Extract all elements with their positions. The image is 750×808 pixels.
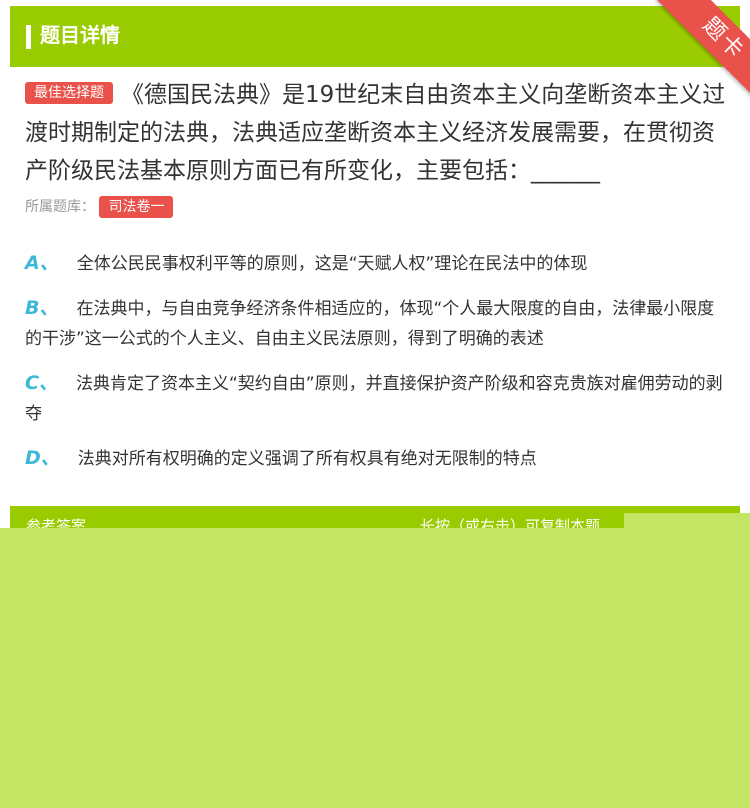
page-title: 题目详情 <box>40 23 120 47</box>
source-badge[interactable]: 司法卷一 <box>99 196 174 218</box>
detail-header: 题目详情 <box>10 6 740 67</box>
option-letter: D、 <box>25 447 60 469</box>
question-stem: 最佳选择题 《德国民法典》是19世纪末自由资本主义向垄断资本主义过渡时期制定的法典… <box>25 76 730 190</box>
option-text: 在法典中，与自由竞争经济条件相适应的，体现“个人最大限度的自由，法律最小限度的干… <box>25 299 715 349</box>
option-text: 法典肯定了资本主义“契约自由”原则，并直接保护资产阶级和容克贵族对雇佣劳动的剥夺 <box>25 374 723 424</box>
option-d[interactable]: D、 法典对所有权明确的定义强调了所有权具有绝对无限制的特点 <box>25 443 730 474</box>
answer-overlay[interactable] <box>0 528 750 808</box>
option-letter: B、 <box>25 297 59 319</box>
question-source: 所属题库： 司法卷一 <box>25 195 174 219</box>
question-type-badge: 最佳选择题 <box>25 82 113 104</box>
question-text: 《德国民法典》是19世纪末自由资本主义向垄断资本主义过渡时期制定的法典，法典适应… <box>25 82 726 184</box>
option-letter: C、 <box>25 372 58 394</box>
option-text: 全体公民民事权利平等的原则，这是“天赋人权”理论在民法中的体现 <box>76 254 588 274</box>
option-a[interactable]: A、 全体公民民事权利平等的原则，这是“天赋人权”理论在民法中的体现 <box>25 248 730 279</box>
header-accent-bar <box>26 25 31 49</box>
option-b[interactable]: B、 在法典中，与自由竞争经济条件相适应的，体现“个人最大限度的自由，法律最小限度… <box>25 293 730 354</box>
source-label: 所属题库： <box>25 199 95 215</box>
option-c[interactable]: C、 法典肯定了资本主义“契约自由”原则，并直接保护资产阶级和容克贵族对雇佣劳动的… <box>25 368 730 429</box>
option-text: 法典对所有权明确的定义强调了所有权具有绝对无限制的特点 <box>77 449 537 469</box>
option-letter: A、 <box>25 252 59 274</box>
